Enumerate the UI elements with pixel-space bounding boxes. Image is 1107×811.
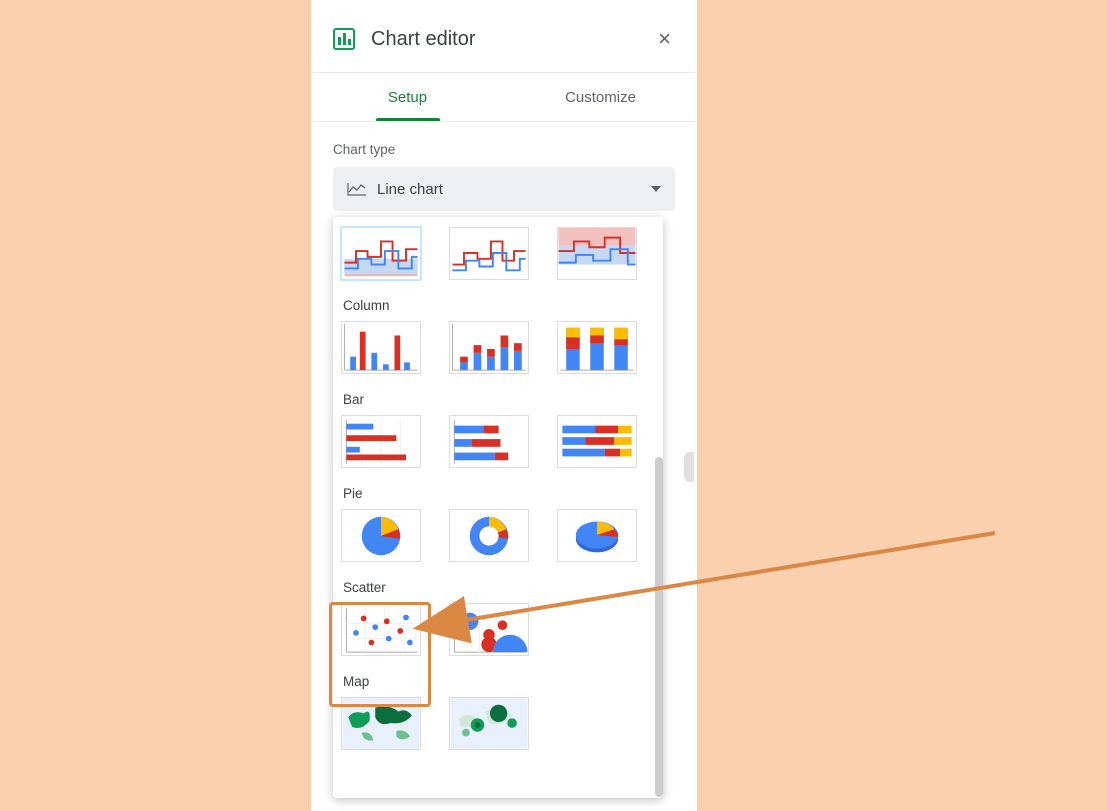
chart-type-select[interactable]: Line chart xyxy=(333,167,675,211)
chart-option-bar-100stacked[interactable] xyxy=(557,415,637,468)
chart-option-column-100stacked[interactable] xyxy=(557,321,637,374)
chart-option-geo-markers[interactable] xyxy=(449,697,529,750)
dropdown-scrollbar[interactable] xyxy=(655,457,663,797)
chart-option-pie-3d[interactable] xyxy=(557,509,637,562)
side-handle[interactable] xyxy=(684,452,694,482)
chart-option-stepped-3[interactable] xyxy=(557,227,637,280)
chart-option-stepped-1[interactable] xyxy=(341,227,421,280)
sheets-chart-icon xyxy=(333,28,355,50)
selected-chart-text: Line chart xyxy=(377,181,443,198)
tab-customize[interactable]: Customize xyxy=(504,73,697,121)
chevron-down-icon xyxy=(651,186,661,192)
tabs: Setup Customize xyxy=(311,73,697,121)
setup-body: Chart type Line chart xyxy=(311,122,697,211)
chart-option-donut[interactable] xyxy=(449,509,529,562)
chart-option-geo[interactable] xyxy=(341,697,421,750)
chart-option-column-stacked[interactable] xyxy=(449,321,529,374)
chart-option-stepped-2[interactable] xyxy=(449,227,529,280)
chart-option-pie[interactable] xyxy=(341,509,421,562)
tab-setup[interactable]: Setup xyxy=(311,73,504,121)
chart-option-scatter[interactable] xyxy=(341,603,421,656)
close-button[interactable]: × xyxy=(654,24,675,54)
chart-option-bar-stacked[interactable] xyxy=(449,415,529,468)
panel-header: Chart editor × xyxy=(311,10,697,72)
section-column: Column xyxy=(339,294,657,319)
section-map: Map xyxy=(339,670,657,695)
chart-option-column-grouped[interactable] xyxy=(341,321,421,374)
section-pie: Pie xyxy=(339,482,657,507)
line-chart-icon xyxy=(347,181,367,197)
chart-type-dropdown[interactable]: Column xyxy=(333,217,663,798)
chart-option-bar-grouped[interactable] xyxy=(341,415,421,468)
chart-type-label: Chart type xyxy=(333,142,675,157)
panel-title: Chart editor xyxy=(371,28,654,51)
section-bar: Bar xyxy=(339,388,657,413)
chart-option-bubble[interactable] xyxy=(449,603,529,656)
section-scatter: Scatter xyxy=(339,576,657,601)
